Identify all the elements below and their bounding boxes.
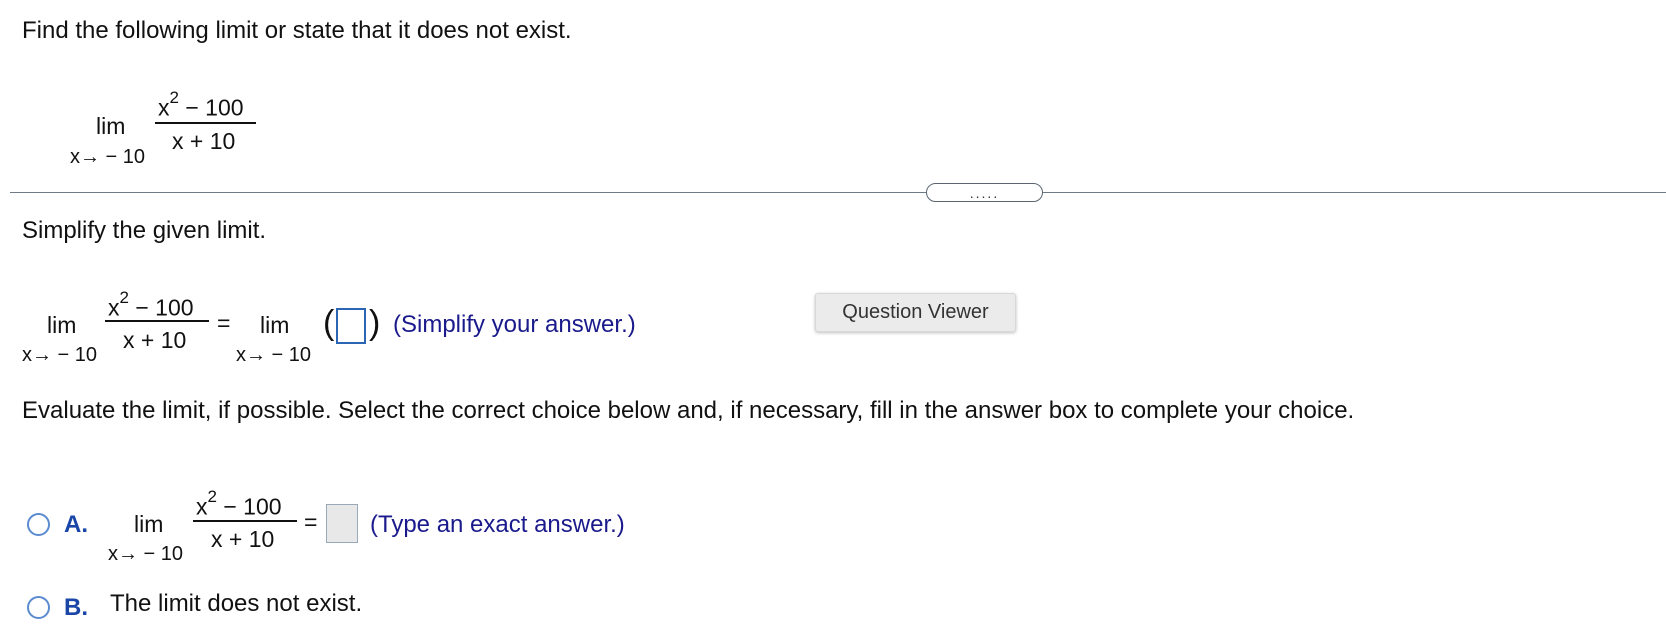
choice-a-letter: A. <box>64 511 88 538</box>
open-paren: ( <box>323 304 335 342</box>
simplify-hint: (Simplify your answer.) <box>393 311 636 338</box>
choice-b-text: The limit does not exist. <box>110 590 363 617</box>
simplify-answer-input[interactable] <box>336 308 366 344</box>
rhs-lim-label: lim <box>260 312 290 338</box>
fraction-bar <box>155 122 256 124</box>
numerator: x2 − 100 <box>158 88 244 121</box>
denominator: x + 10 <box>172 128 236 154</box>
fraction-bar <box>105 320 209 322</box>
limit-approach: x→ − 10 <box>70 146 146 168</box>
choice-b-letter: B. <box>64 594 88 621</box>
numerator: x2 − 100 <box>108 288 194 321</box>
equals-sign: = <box>304 509 318 535</box>
question-viewer-button[interactable]: Question Viewer <box>815 293 1016 332</box>
lim-label: lim <box>134 511 164 537</box>
step2-instruction: Evaluate the limit, if possible. Select … <box>22 397 1355 424</box>
limit-approach: x→ − 10 <box>22 344 98 366</box>
rhs-limit-approach: x→ − 10 <box>236 344 312 366</box>
choice-b-radio[interactable] <box>27 596 50 619</box>
limit-approach: x→ − 10 <box>108 543 184 565</box>
question-prompt: Find the following limit or state that i… <box>22 17 572 44</box>
denominator: x + 10 <box>123 327 187 353</box>
close-paren: ) <box>369 304 381 342</box>
step1-instruction: Simplify the given limit. <box>22 217 267 244</box>
lim-label: lim <box>47 312 77 338</box>
choice-a-radio[interactable] <box>27 513 50 536</box>
fraction-bar <box>193 520 297 522</box>
denominator: x + 10 <box>211 526 275 552</box>
exact-answer-hint: (Type an exact answer.) <box>370 511 625 538</box>
section-divider <box>10 192 1666 193</box>
exact-answer-input[interactable] <box>326 504 358 543</box>
lim-label: lim <box>96 113 126 139</box>
equals-sign: = <box>217 310 231 336</box>
numerator: x2 − 100 <box>196 487 282 520</box>
expand-toggle[interactable]: ..... <box>926 183 1043 202</box>
